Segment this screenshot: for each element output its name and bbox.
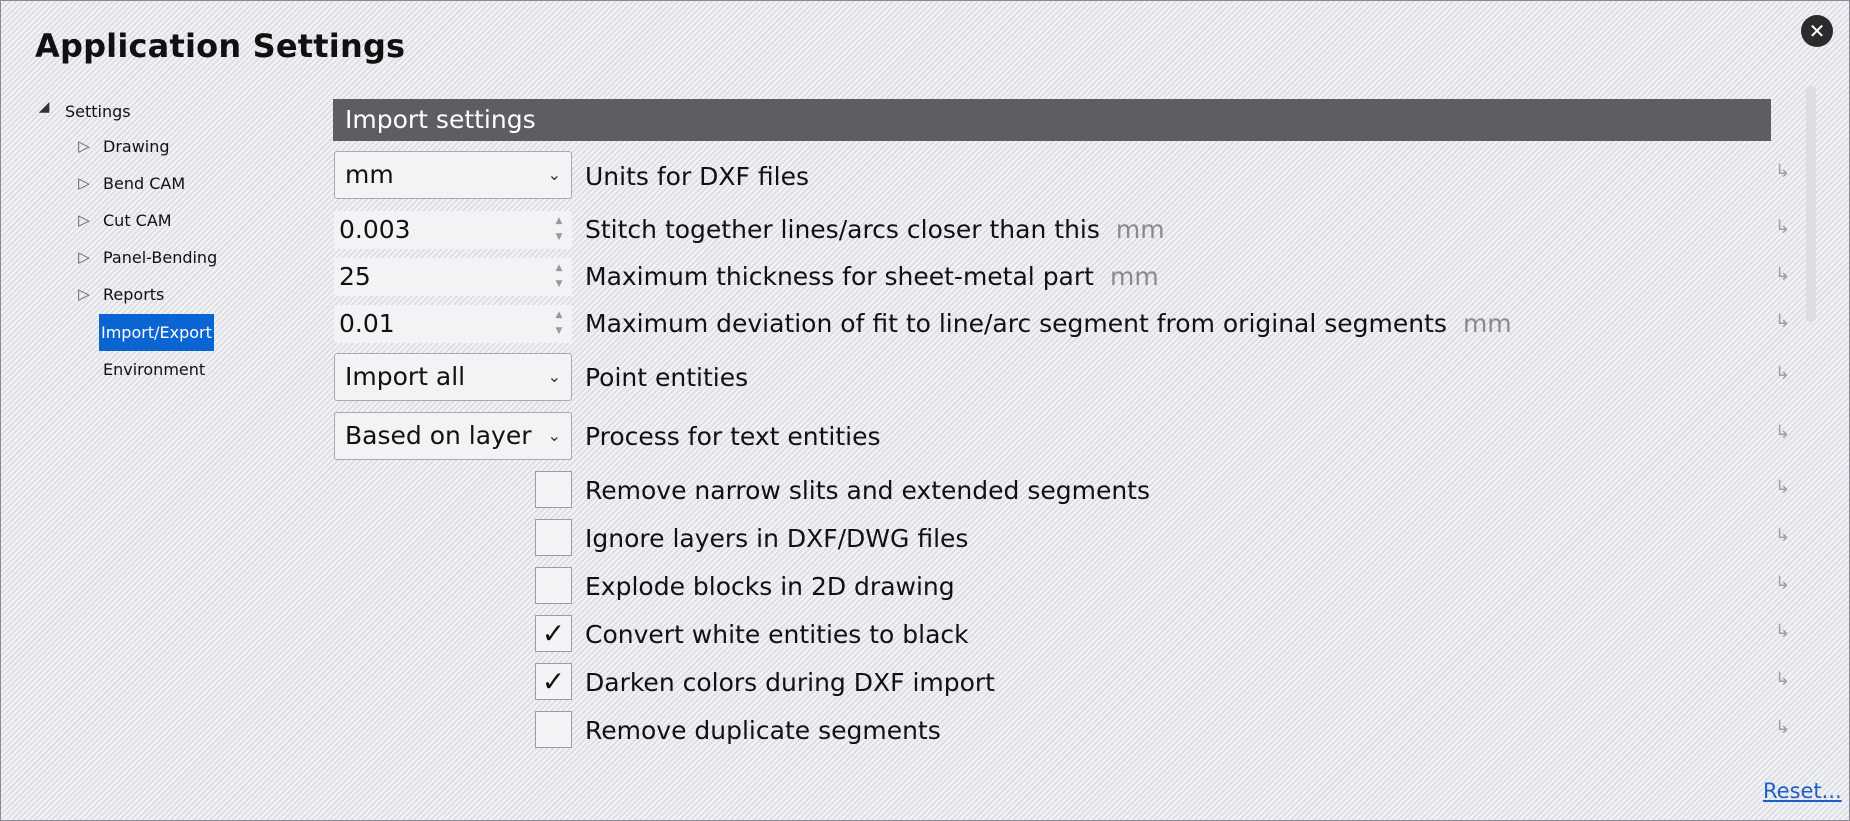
ignore-layers-label: Ignore layers in DXF/DWG files — [585, 524, 969, 553]
max-thickness-unit: mm — [1109, 262, 1159, 291]
max-deviation-label-text: Maximum deviation of fit to line/arc seg… — [585, 309, 1447, 338]
reset-arrow-icon[interactable]: ↳ — [1775, 363, 1790, 384]
remove-narrow-slits-label: Remove narrow slits and extended segment… — [585, 476, 1151, 505]
explode-blocks-label: Explode blocks in 2D drawing — [585, 572, 955, 601]
spin-down-icon[interactable]: ▼ — [552, 323, 566, 339]
reset-arrow-icon[interactable]: ↳ — [1775, 525, 1790, 546]
max-thickness-value: 25 — [339, 262, 371, 291]
explode-blocks-checkbox[interactable] — [535, 567, 572, 604]
reset-arrow-icon[interactable]: ↳ — [1775, 669, 1790, 690]
units-dropdown[interactable]: mm ⌄ — [334, 151, 572, 199]
max-deviation-unit: mm — [1462, 309, 1512, 338]
chevron-down-icon: ⌄ — [547, 426, 561, 445]
section-header: Import settings — [333, 99, 1771, 141]
settings-dialog: Application Settings ✕ ◢ Settings ▷ Draw… — [0, 0, 1850, 821]
text-entities-dropdown[interactable]: Based on layer ⌄ — [334, 412, 572, 460]
tree-label-reports[interactable]: Reports — [101, 276, 166, 313]
reset-arrow-icon[interactable]: ↳ — [1775, 217, 1790, 238]
reset-arrow-icon[interactable]: ↳ — [1775, 477, 1790, 498]
reset-arrow-icon[interactable]: ↳ — [1775, 311, 1790, 332]
remove-duplicates-checkbox[interactable] — [535, 711, 572, 748]
spin-up-icon[interactable]: ▲ — [552, 260, 566, 276]
max-thickness-input[interactable]: 25 ▲ ▼ — [334, 258, 572, 296]
stitch-value: 0.003 — [339, 215, 411, 244]
convert-white-label: Convert white entities to black — [585, 620, 969, 649]
vertical-scrollbar[interactable] — [1806, 86, 1816, 322]
ignore-layers-checkbox[interactable] — [535, 519, 572, 556]
tree-label-cut-cam[interactable]: Cut CAM — [101, 202, 174, 239]
spin-down-icon[interactable]: ▼ — [552, 229, 566, 245]
reset-link[interactable]: Reset... — [1763, 779, 1842, 803]
remove-duplicates-label: Remove duplicate segments — [585, 716, 941, 745]
max-deviation-input[interactable]: 0.01 ▲ ▼ — [334, 305, 572, 343]
spin-up-icon[interactable]: ▲ — [552, 213, 566, 229]
spinner-icon[interactable]: ▲ ▼ — [552, 213, 566, 247]
chevron-down-icon: ⌄ — [547, 165, 561, 184]
reset-arrow-icon[interactable]: ↳ — [1775, 161, 1790, 182]
text-entities-value: Based on layer — [345, 421, 532, 450]
point-entities-label: Point entities — [585, 363, 749, 392]
reset-arrow-icon[interactable]: ↳ — [1775, 621, 1790, 642]
units-label: Units for DXF files — [585, 162, 809, 191]
max-deviation-label: Maximum deviation of fit to line/arc seg… — [585, 309, 1512, 338]
tree-label-import-export[interactable]: Import/Export — [99, 314, 214, 351]
spin-up-icon[interactable]: ▲ — [552, 307, 566, 323]
max-thickness-label: Maximum thickness for sheet-metal part mm — [585, 262, 1159, 291]
text-entities-label: Process for text entities — [585, 422, 881, 451]
spin-down-icon[interactable]: ▼ — [552, 276, 566, 292]
expand-closed-icon[interactable]: ▷ — [75, 276, 93, 313]
expand-closed-icon[interactable]: ▷ — [75, 202, 93, 239]
reset-arrow-icon[interactable]: ↳ — [1775, 264, 1790, 285]
max-deviation-value: 0.01 — [339, 309, 395, 338]
tree-label-drawing[interactable]: Drawing — [101, 128, 172, 165]
point-entities-value: Import all — [345, 362, 466, 391]
spinner-icon[interactable]: ▲ ▼ — [552, 307, 566, 341]
expand-open-icon[interactable]: ◢ — [35, 89, 53, 126]
point-entities-dropdown[interactable]: Import all ⌄ — [334, 353, 572, 401]
reset-arrow-icon[interactable]: ↳ — [1775, 422, 1790, 443]
spinner-icon[interactable]: ▲ ▼ — [552, 260, 566, 294]
tree-label-bend-cam[interactable]: Bend CAM — [101, 165, 187, 202]
reset-arrow-icon[interactable]: ↳ — [1775, 573, 1790, 594]
reset-arrow-icon[interactable]: ↳ — [1775, 717, 1790, 738]
tree-label-environment[interactable]: Environment — [101, 351, 207, 388]
expand-closed-icon[interactable]: ▷ — [75, 128, 93, 165]
remove-narrow-slits-checkbox[interactable] — [535, 471, 572, 508]
stitch-label-text: Stitch together lines/arcs closer than t… — [585, 215, 1100, 244]
darken-colors-label: Darken colors during DXF import — [585, 668, 995, 697]
dialog-title: Application Settings — [35, 27, 406, 65]
stitch-input[interactable]: 0.003 ▲ ▼ — [334, 211, 572, 249]
convert-white-checkbox[interactable]: ✓ — [535, 615, 572, 652]
chevron-down-icon: ⌄ — [547, 367, 561, 386]
stitch-unit: mm — [1115, 215, 1165, 244]
max-thickness-label-text: Maximum thickness for sheet-metal part — [585, 262, 1094, 291]
stitch-label: Stitch together lines/arcs closer than t… — [585, 215, 1165, 244]
expand-closed-icon[interactable]: ▷ — [75, 165, 93, 202]
close-icon[interactable]: ✕ — [1801, 15, 1833, 47]
expand-closed-icon[interactable]: ▷ — [75, 239, 93, 276]
tree-label-panel-bending[interactable]: Panel-Bending — [101, 239, 219, 276]
darken-colors-checkbox[interactable]: ✓ — [535, 663, 572, 700]
tree-label-settings[interactable]: Settings — [63, 93, 133, 130]
units-dropdown-value: mm — [345, 160, 394, 189]
